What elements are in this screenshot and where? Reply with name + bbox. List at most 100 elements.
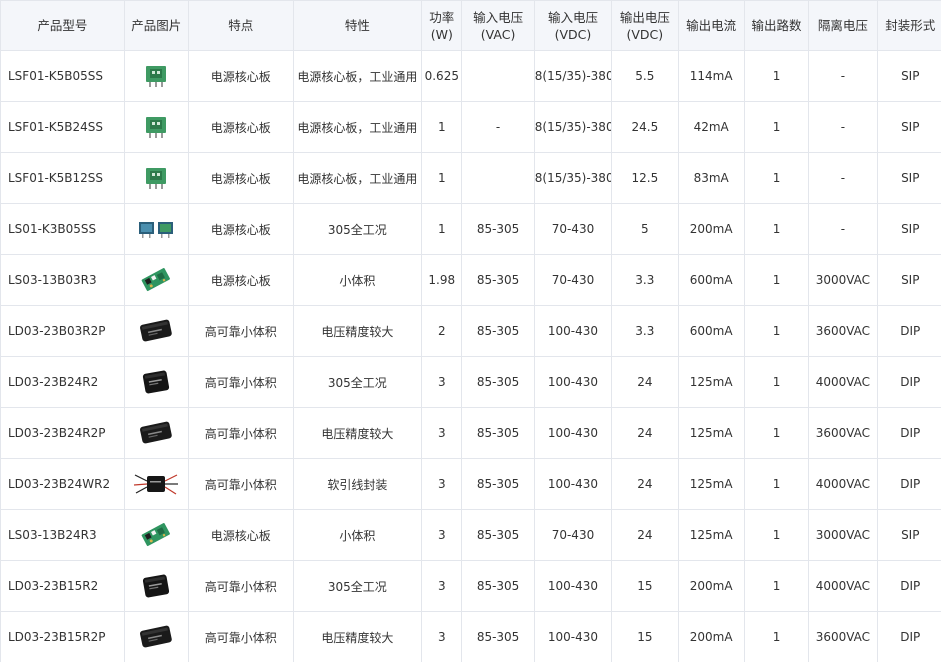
output-voltage-cell: 15	[611, 611, 679, 662]
feature-cell: 高可靠小体积	[187, 560, 294, 612]
feature-cell: 电源核心板	[187, 101, 294, 153]
header-isolation: 隔离电压	[808, 0, 878, 51]
model-cell[interactable]: LD03-23B03R2P	[0, 305, 125, 357]
table-row: LD03-23B24WR2 高可靠小体积 软引线封装 3 85-305 100-430 24…	[0, 458, 941, 510]
input-vac-cell: 85-305	[461, 203, 535, 255]
character-cell: 小体积	[292, 254, 423, 306]
header-output-vdc: 输出电压 (VDC)	[611, 0, 679, 51]
model-cell[interactable]: LD03-23B15R2P	[0, 611, 125, 662]
dual-blue-module-icon[interactable]	[125, 205, 187, 254]
feature-cell: 电源核心板	[187, 203, 294, 255]
input-vdc-cell: 100-430	[533, 407, 613, 459]
package-cell: SIP	[876, 50, 941, 102]
power-cell: 3	[421, 407, 463, 459]
isolation-cell: 3600VAC	[808, 611, 878, 662]
table-row: LS01-K3B05SS 电源核心板 305全工况 1 85-305 70-430 5 200…	[0, 203, 941, 255]
green-pcb-module-icon[interactable]	[125, 511, 187, 560]
character-cell: 电源核心板，工业通用	[292, 50, 423, 102]
input-vdc-cell: 70-430	[533, 254, 613, 306]
channels-cell: 1	[743, 203, 810, 255]
output-voltage-cell: 24.5	[611, 101, 679, 153]
green-sip-module-icon[interactable]	[125, 103, 187, 152]
model-cell[interactable]: LSF01-K5B05SS	[0, 50, 125, 102]
input-vdc-cell: 8(15/35)-380	[533, 50, 613, 102]
header-feature: 特点	[187, 0, 294, 51]
package-cell: SIP	[876, 101, 941, 153]
output-voltage-cell: 15	[611, 560, 679, 612]
black-dip-module-icon[interactable]	[125, 613, 187, 662]
input-vac-cell: 85-305	[461, 509, 535, 561]
product-image-cell	[123, 50, 189, 102]
feature-cell: 电源核心板	[187, 254, 294, 306]
input-vac-cell: -	[461, 101, 535, 153]
character-cell: 电源核心板，工业通用	[292, 101, 423, 153]
input-vdc-cell: 100-430	[533, 305, 613, 357]
product-image-cell	[123, 407, 189, 459]
output-voltage-cell: 3.3	[611, 254, 679, 306]
isolation-cell: 3600VAC	[808, 305, 878, 357]
output-current-cell: 114mA	[677, 50, 745, 102]
feature-cell: 高可靠小体积	[187, 305, 294, 357]
model-cell[interactable]: LD03-23B24R2P	[0, 407, 125, 459]
green-pcb-module-icon[interactable]	[125, 256, 187, 305]
input-vac-cell: 85-305	[461, 356, 535, 408]
package-cell: DIP	[876, 560, 941, 612]
product-table: 产品型号 产品图片 特点 特性 功率 (W) 输入电压 (VAC) 输入电压 (…	[0, 0, 941, 662]
black-cube-module-icon[interactable]	[125, 358, 187, 407]
output-voltage-cell: 5.5	[611, 50, 679, 102]
output-current-cell: 83mA	[677, 152, 745, 204]
package-cell: DIP	[876, 356, 941, 408]
model-cell[interactable]: LSF01-K5B24SS	[0, 101, 125, 153]
power-cell: 0.625	[421, 50, 463, 102]
output-current-cell: 200mA	[677, 611, 745, 662]
channels-cell: 1	[743, 356, 810, 408]
power-cell: 1	[421, 152, 463, 204]
package-cell: DIP	[876, 458, 941, 510]
output-voltage-cell: 24	[611, 458, 679, 510]
feature-cell: 高可靠小体积	[187, 611, 294, 662]
header-model: 产品型号	[0, 0, 125, 51]
model-cell[interactable]: LS03-13B03R3	[0, 254, 125, 306]
character-cell: 电压精度较大	[292, 611, 423, 662]
input-vac-cell	[461, 152, 535, 204]
input-vdc-cell: 100-430	[533, 611, 613, 662]
model-cell[interactable]: LD03-23B15R2	[0, 560, 125, 612]
black-dip-module-icon[interactable]	[125, 307, 187, 356]
model-cell[interactable]: LD03-23B24WR2	[0, 458, 125, 510]
table-row: LD03-23B24R2 高可靠小体积 305全工况 3 85-305 100-430 24…	[0, 356, 941, 408]
channels-cell: 1	[743, 611, 810, 662]
green-sip-module-icon[interactable]	[125, 154, 187, 203]
model-cell[interactable]: LS01-K3B05SS	[0, 203, 125, 255]
product-image-cell	[123, 356, 189, 408]
model-cell[interactable]: LSF01-K5B12SS	[0, 152, 125, 204]
table-header-row: 产品型号 产品图片 特点 特性 功率 (W) 输入电压 (VAC) 输入电压 (…	[0, 0, 941, 51]
input-vdc-cell: 100-430	[533, 560, 613, 612]
input-vdc-cell: 70-430	[533, 509, 613, 561]
channels-cell: 1	[743, 458, 810, 510]
power-cell: 1	[421, 101, 463, 153]
feature-cell: 电源核心板	[187, 50, 294, 102]
input-vdc-cell: 100-430	[533, 458, 613, 510]
black-cube-module-icon[interactable]	[125, 562, 187, 611]
channels-cell: 1	[743, 101, 810, 153]
output-voltage-cell: 12.5	[611, 152, 679, 204]
model-cell[interactable]: LS03-13B24R3	[0, 509, 125, 561]
channels-cell: 1	[743, 152, 810, 204]
output-current-cell: 600mA	[677, 305, 745, 357]
package-cell: DIP	[876, 407, 941, 459]
power-cell: 3	[421, 611, 463, 662]
model-cell[interactable]: LD03-23B24R2	[0, 356, 125, 408]
green-sip-module-icon[interactable]	[125, 52, 187, 101]
isolation-cell: 3000VAC	[808, 509, 878, 561]
package-cell: SIP	[876, 152, 941, 204]
output-voltage-cell: 24	[611, 356, 679, 408]
input-vdc-cell: 8(15/35)-380	[533, 152, 613, 204]
product-image-cell	[123, 254, 189, 306]
wired-module-icon[interactable]	[125, 460, 187, 509]
isolation-cell: -	[808, 152, 878, 204]
output-current-cell: 125mA	[677, 509, 745, 561]
power-cell: 1	[421, 203, 463, 255]
input-vdc-cell: 70-430	[533, 203, 613, 255]
header-output-current: 输出电流	[677, 0, 745, 51]
black-dip-module-icon[interactable]	[125, 409, 187, 458]
